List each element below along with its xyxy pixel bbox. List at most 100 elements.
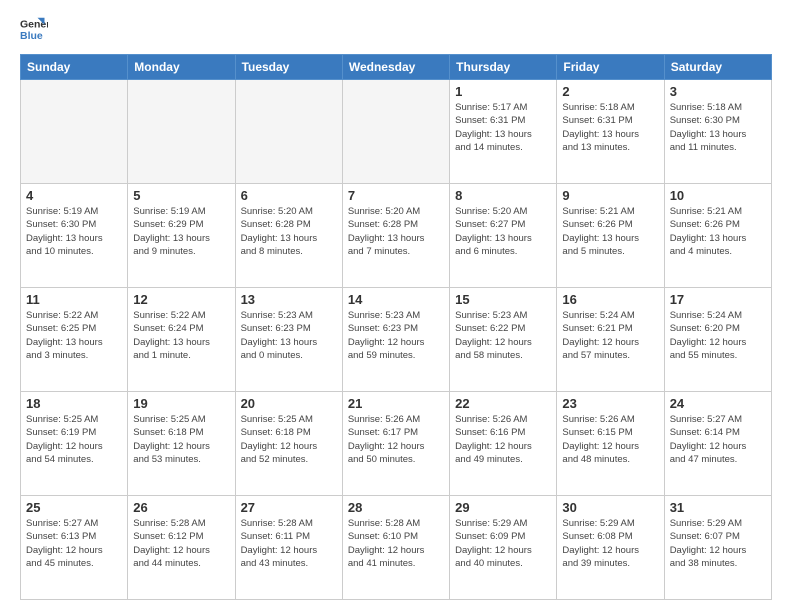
- day-number: 7: [348, 188, 444, 203]
- table-row: 20 Sunrise: 5:25 AM Sunset: 6:18 PM Dayli…: [235, 392, 342, 496]
- day-number: 5: [133, 188, 229, 203]
- day-number: 30: [562, 500, 658, 515]
- day-number: 20: [241, 396, 337, 411]
- table-row: 25 Sunrise: 5:27 AM Sunset: 6:13 PM Dayli…: [21, 496, 128, 600]
- day-detail: Sunrise: 5:17 AM Sunset: 6:31 PM Dayligh…: [455, 101, 551, 154]
- logo-icon: GeneralBlue: [20, 16, 48, 44]
- calendar-table: SundayMondayTuesdayWednesdayThursdayFrid…: [20, 54, 772, 600]
- calendar-header-friday: Friday: [557, 55, 664, 80]
- table-row: 2Sunrise: 5:18 AM Sunset: 6:31 PM Daylig…: [557, 80, 664, 184]
- header: GeneralBlue: [20, 16, 772, 44]
- day-detail: Sunrise: 5:25 AM Sunset: 6:19 PM Dayligh…: [26, 413, 122, 466]
- table-row: 19 Sunrise: 5:25 AM Sunset: 6:18 PM Dayli…: [128, 392, 235, 496]
- day-number: 17: [670, 292, 766, 307]
- day-number: 21: [348, 396, 444, 411]
- table-row: 26Sunrise: 5:28 AM Sunset: 6:12 PM Dayli…: [128, 496, 235, 600]
- day-detail: Sunrise: 5:18 AM Sunset: 6:31 PM Dayligh…: [562, 101, 658, 154]
- day-number: 29: [455, 500, 551, 515]
- table-row: 4 Sunrise: 5:19 AM Sunset: 6:30 PM Daylig…: [21, 184, 128, 288]
- calendar-week-4: 25 Sunrise: 5:27 AM Sunset: 6:13 PM Dayli…: [21, 496, 772, 600]
- table-row: [342, 80, 449, 184]
- day-detail: Sunrise: 5:27 AM Sunset: 6:14 PM Dayligh…: [670, 413, 766, 466]
- calendar-week-0: 1 Sunrise: 5:17 AM Sunset: 6:31 PM Daylig…: [21, 80, 772, 184]
- table-row: 12 Sunrise: 5:22 AM Sunset: 6:24 PM Dayli…: [128, 288, 235, 392]
- day-detail: Sunrise: 5:24 AM Sunset: 6:20 PM Dayligh…: [670, 309, 766, 362]
- day-number: 27: [241, 500, 337, 515]
- day-number: 23: [562, 396, 658, 411]
- day-number: 14: [348, 292, 444, 307]
- table-row: 6 Sunrise: 5:20 AM Sunset: 6:28 PM Daylig…: [235, 184, 342, 288]
- day-detail: Sunrise: 5:25 AM Sunset: 6:18 PM Dayligh…: [241, 413, 337, 466]
- table-row: [128, 80, 235, 184]
- day-detail: Sunrise: 5:27 AM Sunset: 6:13 PM Dayligh…: [26, 517, 122, 570]
- table-row: [21, 80, 128, 184]
- table-row: 30 Sunrise: 5:29 AM Sunset: 6:08 PM Dayli…: [557, 496, 664, 600]
- table-row: 10 Sunrise: 5:21 AM Sunset: 6:26 PM Dayli…: [664, 184, 771, 288]
- day-number: 8: [455, 188, 551, 203]
- table-row: 13Sunrise: 5:23 AM Sunset: 6:23 PM Dayli…: [235, 288, 342, 392]
- day-detail: Sunrise: 5:22 AM Sunset: 6:24 PM Dayligh…: [133, 309, 229, 362]
- day-number: 3: [670, 84, 766, 99]
- calendar-header-saturday: Saturday: [664, 55, 771, 80]
- day-detail: Sunrise: 5:20 AM Sunset: 6:28 PM Dayligh…: [241, 205, 337, 258]
- day-number: 6: [241, 188, 337, 203]
- day-detail: Sunrise: 5:28 AM Sunset: 6:11 PM Dayligh…: [241, 517, 337, 570]
- day-detail: Sunrise: 5:20 AM Sunset: 6:28 PM Dayligh…: [348, 205, 444, 258]
- table-row: 18 Sunrise: 5:25 AM Sunset: 6:19 PM Dayli…: [21, 392, 128, 496]
- day-number: 18: [26, 396, 122, 411]
- day-detail: Sunrise: 5:23 AM Sunset: 6:22 PM Dayligh…: [455, 309, 551, 362]
- day-detail: Sunrise: 5:21 AM Sunset: 6:26 PM Dayligh…: [562, 205, 658, 258]
- day-number: 12: [133, 292, 229, 307]
- day-number: 15: [455, 292, 551, 307]
- table-row: 11Sunrise: 5:22 AM Sunset: 6:25 PM Dayli…: [21, 288, 128, 392]
- day-detail: Sunrise: 5:29 AM Sunset: 6:09 PM Dayligh…: [455, 517, 551, 570]
- calendar-week-1: 4 Sunrise: 5:19 AM Sunset: 6:30 PM Daylig…: [21, 184, 772, 288]
- table-row: 27 Sunrise: 5:28 AM Sunset: 6:11 PM Dayli…: [235, 496, 342, 600]
- day-number: 24: [670, 396, 766, 411]
- table-row: 17 Sunrise: 5:24 AM Sunset: 6:20 PM Dayli…: [664, 288, 771, 392]
- calendar-header-tuesday: Tuesday: [235, 55, 342, 80]
- day-number: 25: [26, 500, 122, 515]
- table-row: 21 Sunrise: 5:26 AM Sunset: 6:17 PM Dayli…: [342, 392, 449, 496]
- calendar-header-thursday: Thursday: [450, 55, 557, 80]
- day-detail: Sunrise: 5:18 AM Sunset: 6:30 PM Dayligh…: [670, 101, 766, 154]
- calendar-week-2: 11Sunrise: 5:22 AM Sunset: 6:25 PM Dayli…: [21, 288, 772, 392]
- logo: GeneralBlue: [20, 16, 48, 44]
- day-detail: Sunrise: 5:29 AM Sunset: 6:08 PM Dayligh…: [562, 517, 658, 570]
- day-detail: Sunrise: 5:26 AM Sunset: 6:16 PM Dayligh…: [455, 413, 551, 466]
- calendar-week-3: 18 Sunrise: 5:25 AM Sunset: 6:19 PM Dayli…: [21, 392, 772, 496]
- day-detail: Sunrise: 5:28 AM Sunset: 6:12 PM Dayligh…: [133, 517, 229, 570]
- day-number: 1: [455, 84, 551, 99]
- day-number: 9: [562, 188, 658, 203]
- day-number: 16: [562, 292, 658, 307]
- day-detail: Sunrise: 5:25 AM Sunset: 6:18 PM Dayligh…: [133, 413, 229, 466]
- day-detail: Sunrise: 5:19 AM Sunset: 6:29 PM Dayligh…: [133, 205, 229, 258]
- calendar-header-row: SundayMondayTuesdayWednesdayThursdayFrid…: [21, 55, 772, 80]
- day-number: 19: [133, 396, 229, 411]
- day-detail: Sunrise: 5:23 AM Sunset: 6:23 PM Dayligh…: [241, 309, 337, 362]
- day-number: 31: [670, 500, 766, 515]
- calendar-header-wednesday: Wednesday: [342, 55, 449, 80]
- table-row: 1 Sunrise: 5:17 AM Sunset: 6:31 PM Daylig…: [450, 80, 557, 184]
- table-row: 31Sunrise: 5:29 AM Sunset: 6:07 PM Dayli…: [664, 496, 771, 600]
- day-detail: Sunrise: 5:19 AM Sunset: 6:30 PM Dayligh…: [26, 205, 122, 258]
- page: GeneralBlue SundayMondayTuesdayWednesday…: [0, 0, 792, 612]
- day-number: 4: [26, 188, 122, 203]
- day-number: 10: [670, 188, 766, 203]
- table-row: 22Sunrise: 5:26 AM Sunset: 6:16 PM Dayli…: [450, 392, 557, 496]
- day-detail: Sunrise: 5:26 AM Sunset: 6:15 PM Dayligh…: [562, 413, 658, 466]
- day-number: 11: [26, 292, 122, 307]
- day-detail: Sunrise: 5:26 AM Sunset: 6:17 PM Dayligh…: [348, 413, 444, 466]
- day-detail: Sunrise: 5:21 AM Sunset: 6:26 PM Dayligh…: [670, 205, 766, 258]
- table-row: 29 Sunrise: 5:29 AM Sunset: 6:09 PM Dayli…: [450, 496, 557, 600]
- day-number: 28: [348, 500, 444, 515]
- calendar-header-sunday: Sunday: [21, 55, 128, 80]
- table-row: 5 Sunrise: 5:19 AM Sunset: 6:29 PM Daylig…: [128, 184, 235, 288]
- table-row: 3 Sunrise: 5:18 AM Sunset: 6:30 PM Daylig…: [664, 80, 771, 184]
- table-row: 23 Sunrise: 5:26 AM Sunset: 6:15 PM Dayli…: [557, 392, 664, 496]
- table-row: 14 Sunrise: 5:23 AM Sunset: 6:23 PM Dayli…: [342, 288, 449, 392]
- day-detail: Sunrise: 5:28 AM Sunset: 6:10 PM Dayligh…: [348, 517, 444, 570]
- table-row: 24 Sunrise: 5:27 AM Sunset: 6:14 PM Dayli…: [664, 392, 771, 496]
- day-detail: Sunrise: 5:23 AM Sunset: 6:23 PM Dayligh…: [348, 309, 444, 362]
- calendar-header-monday: Monday: [128, 55, 235, 80]
